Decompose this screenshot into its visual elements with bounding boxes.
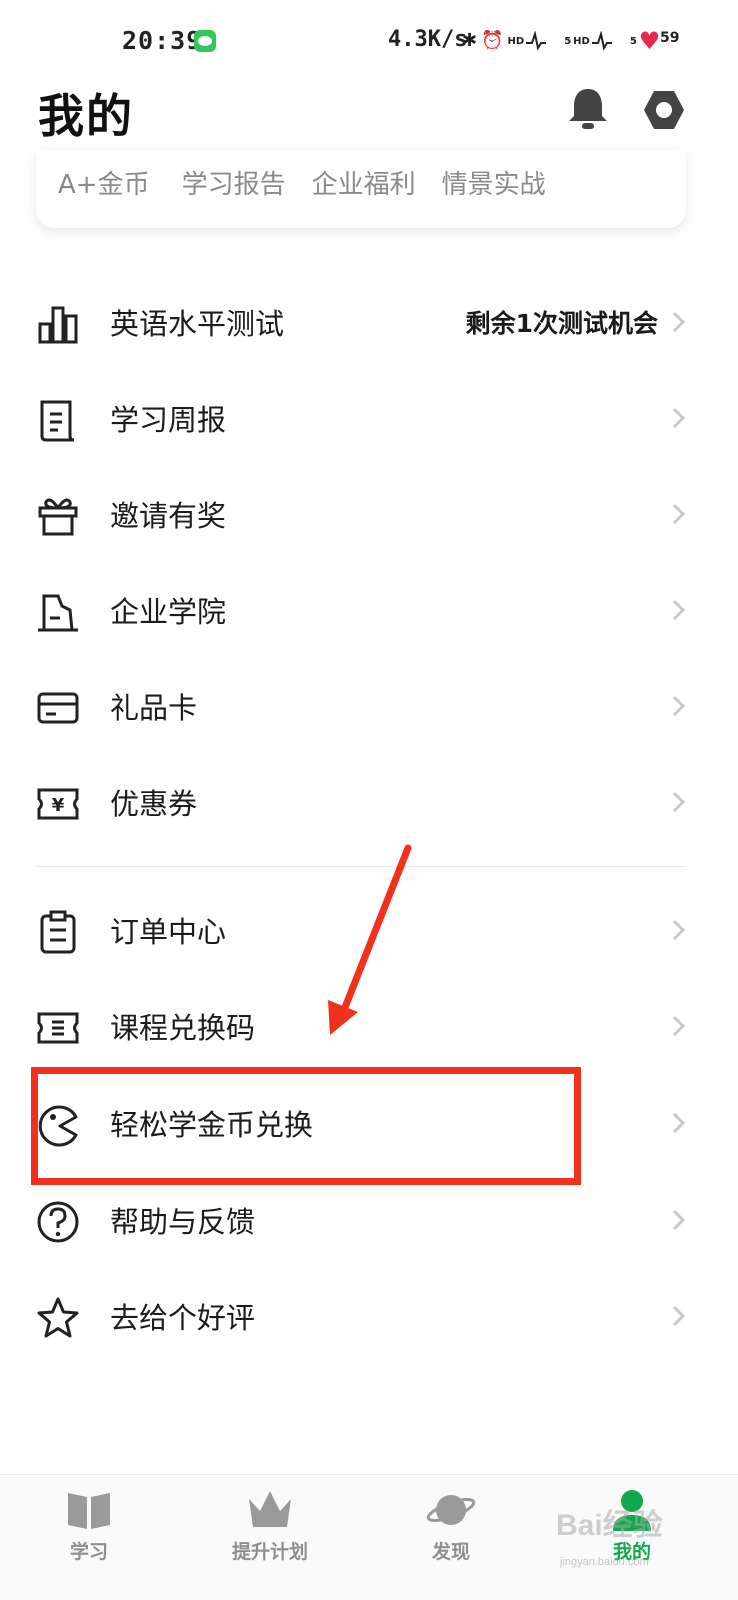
book-icon xyxy=(68,1493,110,1529)
annotation-arrow xyxy=(328,844,412,1035)
chevron-right-icon xyxy=(672,311,686,333)
chevron-right-icon xyxy=(672,407,686,429)
report-scroll-icon xyxy=(40,400,75,442)
notification-button[interactable] xyxy=(566,86,610,132)
menu-label: 邀请有奖 xyxy=(110,499,227,533)
status-time: 20:39 xyxy=(122,26,203,55)
settings-button[interactable] xyxy=(640,86,688,134)
chevron-right-icon xyxy=(672,1015,686,1037)
alarm-icon: ⏰ xyxy=(481,30,504,51)
quick-link-benefits[interactable]: 企业福利 xyxy=(312,164,416,201)
signal-wave-icon xyxy=(526,31,547,51)
planet-icon xyxy=(426,1495,476,1525)
svg-text:¥: ¥ xyxy=(52,795,65,816)
menu-label: 英语水平测试 xyxy=(110,307,285,341)
nav-label: 提升计划 xyxy=(231,1541,308,1563)
ticket-icon xyxy=(37,1012,79,1044)
coupon-icon: ¥ xyxy=(37,788,79,820)
quick-link-coins[interactable]: A+金币 xyxy=(58,164,150,201)
bluetooth-icon: ✱ xyxy=(462,30,478,51)
chart-bars-icon xyxy=(38,306,78,344)
chevron-right-icon xyxy=(672,599,686,621)
chevron-right-icon xyxy=(672,1209,686,1231)
hd-label-2: HD xyxy=(573,35,590,47)
card-icon xyxy=(37,692,79,724)
building-icon xyxy=(38,594,78,632)
menu-item-gift-card[interactable]: 礼品卡 xyxy=(0,658,738,754)
menu-label: 帮助与反馈 xyxy=(110,1205,256,1239)
clipboard-icon xyxy=(40,910,76,954)
status-icons: ✱ ⏰ HD 5 HD 5 ♥ xyxy=(462,24,660,58)
menu-item-rate-app[interactable]: 去给个好评 xyxy=(0,1268,738,1364)
nav-tab-study[interactable]: 学习 xyxy=(24,1475,154,1600)
nav-label: 发现 xyxy=(431,1541,470,1563)
chevron-right-icon xyxy=(672,791,686,813)
signal-level-1: 5 xyxy=(564,35,572,47)
battery-level: 59 xyxy=(660,30,680,46)
watermark: Bai经验 xyxy=(556,1509,663,1542)
bell-icon xyxy=(569,89,607,129)
menu-label: 订单中心 xyxy=(110,915,227,949)
network-speed: 4.3K/s xyxy=(388,27,468,52)
chevron-right-icon xyxy=(672,1305,686,1327)
annotation-highlight-box xyxy=(31,1067,581,1185)
menu-item-enterprise-academy[interactable]: 企业学院 xyxy=(0,562,738,658)
quick-link-report[interactable]: 学习报告 xyxy=(182,164,286,201)
menu-label: 课程兑换码 xyxy=(110,1011,256,1045)
signal-wave-icon xyxy=(591,31,612,51)
menu-item-english-test[interactable]: 英语水平测试 剩余1次测试机会 xyxy=(0,274,738,370)
help-icon xyxy=(37,1201,79,1243)
menu-item-invite[interactable]: 邀请有奖 xyxy=(0,466,738,562)
heart-icon: ♥ xyxy=(638,27,661,55)
watermark-url: jingyan.baidu.com xyxy=(560,1556,649,1568)
status-bar: 20:39 4.3K/s ✱ ⏰ HD 5 HD 5 ♥ 59 xyxy=(0,0,738,84)
menu-label: 优惠券 xyxy=(110,787,198,821)
menu-label: 学习周报 xyxy=(110,403,227,437)
quick-link-scenarios[interactable]: 情景实战 xyxy=(442,164,546,201)
nav-label: 学习 xyxy=(69,1541,108,1563)
quick-links-card: A+金币 学习报告 企业福利 情景实战 xyxy=(36,150,686,228)
chevron-right-icon xyxy=(672,503,686,525)
chevron-right-icon xyxy=(672,1112,686,1134)
hd-label-1: HD xyxy=(507,35,525,47)
page-title: 我的 xyxy=(38,89,134,143)
nav-tab-improvement-plan[interactable]: 提升计划 xyxy=(205,1475,335,1600)
nav-tab-discover[interactable]: 发现 xyxy=(386,1475,516,1600)
star-icon xyxy=(37,1297,79,1338)
menu-label: 企业学院 xyxy=(110,595,227,629)
test-remaining-text: 剩余1次测试机会 xyxy=(465,309,658,338)
menu-item-help-feedback[interactable]: 帮助与反馈 xyxy=(0,1172,738,1268)
menu-item-coupon[interactable]: ¥ 优惠券 xyxy=(0,754,738,850)
menu-label: 礼品卡 xyxy=(110,691,198,725)
chevron-right-icon xyxy=(672,919,686,941)
gift-icon xyxy=(38,498,78,536)
gear-icon xyxy=(644,91,684,129)
chevron-right-icon xyxy=(672,695,686,717)
wechat-notification-icon xyxy=(194,30,216,52)
signal-level-2: 5 xyxy=(629,35,637,47)
quick-links: A+金币 学习报告 企业福利 情景实战 xyxy=(58,164,572,201)
menu-label: 去给个好评 xyxy=(110,1301,256,1335)
menu-item-weekly-report[interactable]: 学习周报 xyxy=(0,370,738,466)
crown-icon xyxy=(249,1491,291,1527)
